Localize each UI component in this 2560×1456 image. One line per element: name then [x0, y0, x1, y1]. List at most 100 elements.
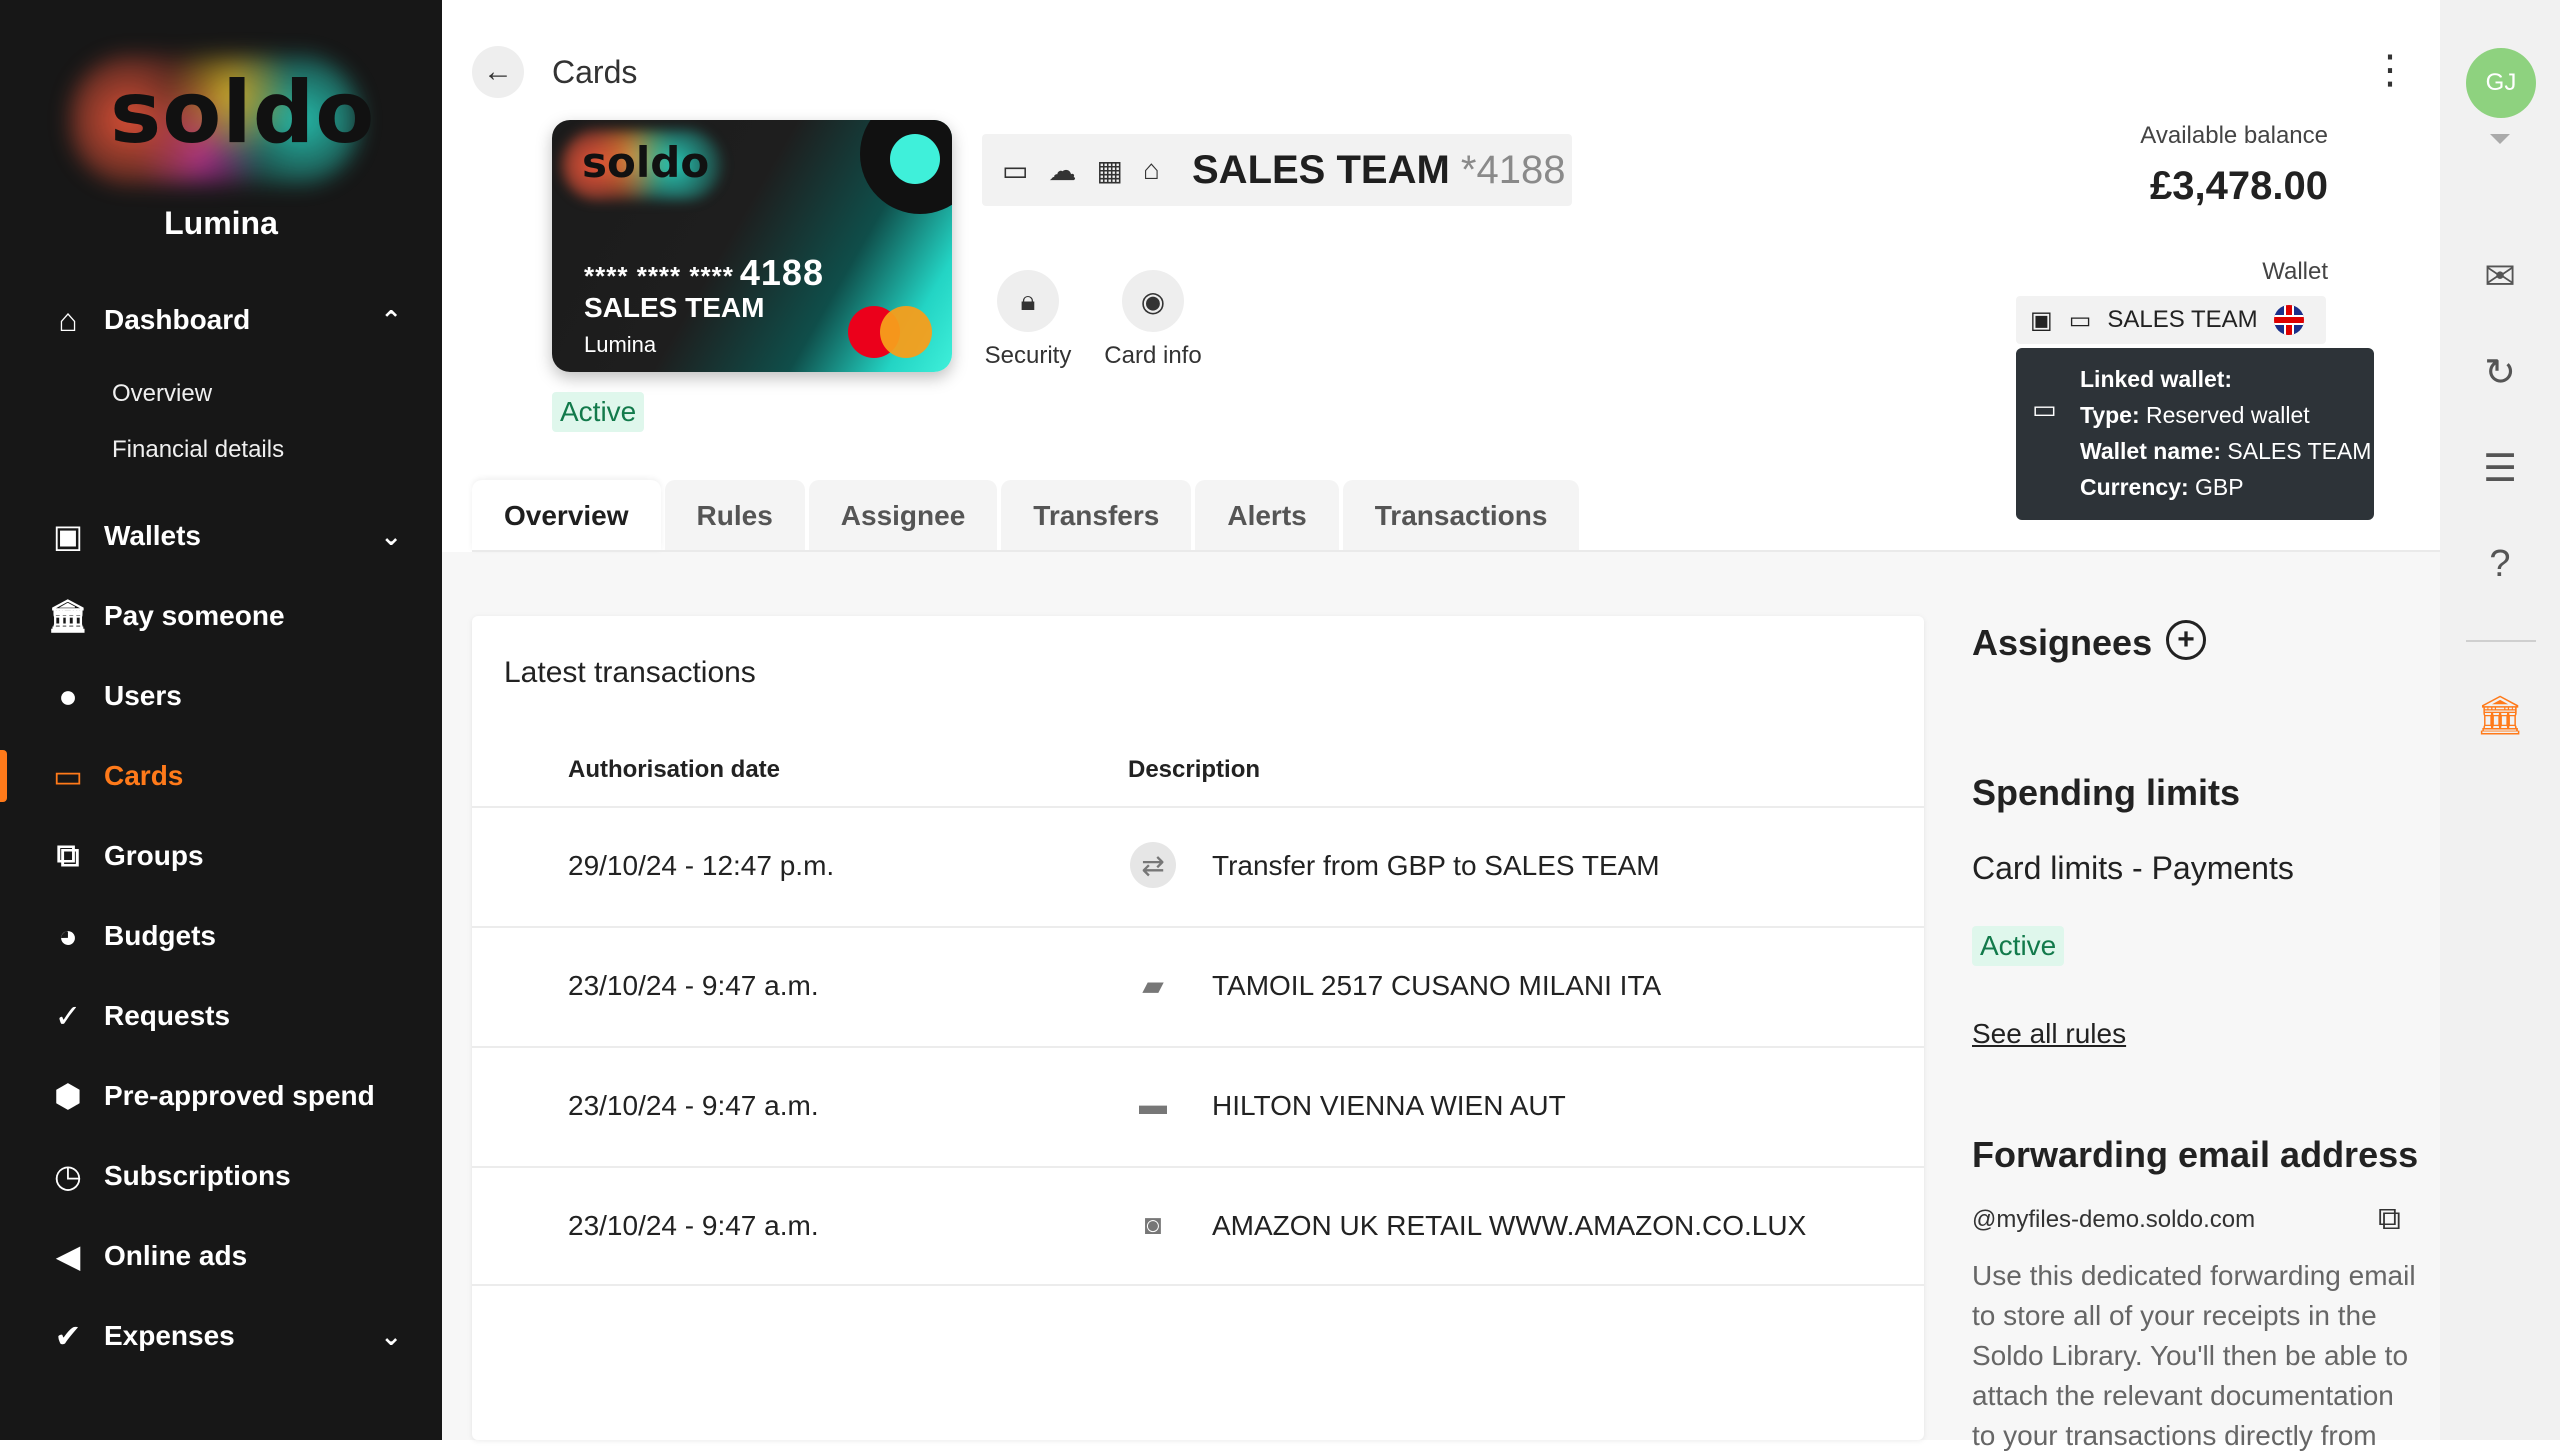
sidebar-item-label: Online ads	[104, 1240, 248, 1271]
tab-transactions[interactable]: Transactions	[1342, 480, 1580, 552]
tab-alerts[interactable]: Alerts	[1195, 480, 1339, 552]
avatar[interactable]: GJ	[2466, 48, 2536, 118]
sidebar-item-requests[interactable]: ✓ Requests	[0, 984, 442, 1048]
sidebar-item-wallets[interactable]: ▣ Wallets ⌄	[0, 504, 442, 568]
back-button[interactable]: ←	[472, 46, 524, 98]
table-row[interactable]: 23/10/24 - 9:47 a.m. ◙ AMAZON UK RETAIL …	[472, 1166, 1924, 1286]
home-icon: ⌂	[58, 301, 78, 338]
card-icon: ▭	[1002, 155, 1029, 186]
transfer-icon: ⇄	[1130, 842, 1176, 888]
bed-icon: ▬	[1139, 1089, 1167, 1120]
sidebar-item-label: Groups	[104, 840, 204, 871]
card-header: ▭ ☁ ▦ ⌂ SALES TEAM *4188	[982, 134, 1572, 206]
refresh-icon[interactable]: ↻	[2474, 346, 2526, 398]
logo-text: soldo	[110, 63, 376, 163]
table-row[interactable]: 29/10/24 - 12:47 p.m. ⇄ Transfer from GB…	[472, 806, 1924, 926]
tab-overview[interactable]: Overview	[472, 480, 661, 552]
sidebar-item-label: Requests	[104, 1000, 231, 1031]
sidebar-item-online-ads[interactable]: ◀ Online ads	[0, 1224, 442, 1288]
sidebar-item-pre-approved-spend[interactable]: ⬢ Pre-approved spend	[0, 1064, 442, 1128]
sidebar-item-label: Budgets	[104, 920, 216, 951]
transaction-date: 23/10/24 - 9:47 a.m.	[568, 1210, 819, 1241]
chevron-down-icon[interactable]: ⌄	[380, 521, 402, 552]
eye-icon: ◉	[1122, 270, 1184, 332]
wallet-name: SALES TEAM	[2107, 306, 2258, 333]
hexagon-icon: ⬢	[54, 1078, 82, 1114]
uk-flag-icon	[2273, 305, 2304, 335]
chevron-down-icon[interactable]: ⌄	[380, 1321, 402, 1352]
card-status-badge: Active	[552, 392, 645, 432]
card-title: SALES TEAM *4188	[1192, 148, 1566, 192]
organization-name: Lumina	[164, 205, 278, 241]
sidebar-item-label: Users	[104, 680, 182, 711]
card-icon: ▭	[2068, 306, 2092, 334]
sidebar-item-label: Dashboard	[104, 304, 251, 335]
wallet-chip[interactable]: ▣ ▭ SALES TEAM	[2016, 296, 2326, 344]
card-holder-name: SALES TEAM	[584, 292, 765, 323]
card-image: soldo **** **** **** 4188 SALES TEAM Lumi…	[552, 120, 952, 372]
tab-rules[interactable]: Rules	[664, 480, 805, 552]
sidebar-item-cards[interactable]: ▭ Cards	[0, 744, 442, 808]
building-icon: ▦	[1096, 155, 1123, 186]
car-icon: ▰	[1142, 969, 1164, 1001]
more-options-icon[interactable]: ⋮	[2370, 50, 2410, 90]
lock-icon: 🔒︎	[997, 270, 1059, 332]
mastercard-logo	[848, 306, 932, 358]
tab-transfers[interactable]: Transfers	[1001, 480, 1192, 552]
latest-transactions-panel: Latest transactions Authorisation date D…	[472, 616, 1924, 1440]
sidebar-item-subscriptions[interactable]: ◷ Subscriptions	[0, 1144, 442, 1208]
transaction-description: Transfer from GBP to SALES TEAM	[1212, 850, 1660, 881]
transaction-date: 29/10/24 - 12:47 p.m.	[568, 850, 835, 881]
wallet-label: Wallet	[2262, 258, 2328, 285]
soldo-logo[interactable]: soldo	[70, 55, 374, 185]
groups-icon: ⧉	[56, 837, 80, 873]
bank-icon[interactable]: 🏛︎	[2474, 690, 2526, 742]
sidebar-item-users[interactable]: ● Users	[0, 664, 442, 728]
sidebar-item-expenses[interactable]: ✔ Expenses ⌄	[0, 1304, 442, 1368]
see-all-rules-link[interactable]: See all rules	[1972, 1018, 2126, 1050]
card-info-button[interactable]: ◉ Card info	[1083, 270, 1223, 370]
tab-assignee[interactable]: Assignee	[808, 480, 998, 552]
forwarding-description: Use this dedicated forwarding email to s…	[1972, 1260, 2416, 1451]
table-row[interactable]: 23/10/24 - 9:47 a.m. ▬ HILTON VIENNA WIE…	[472, 1046, 1924, 1166]
card-number: **** **** **** 4188	[584, 252, 824, 293]
help-icon[interactable]: ?	[2474, 538, 2526, 590]
transaction-date: 23/10/24 - 9:47 a.m.	[568, 1090, 819, 1121]
security-label: Security	[984, 342, 1072, 369]
transaction-description: HILTON VIENNA WIEN AUT	[1212, 1090, 1566, 1121]
sidebar-item-label: Wallets	[104, 520, 201, 551]
sidebar-item-budgets[interactable]: ◕ Budgets	[0, 904, 442, 968]
available-balance-label: Available balance	[2140, 122, 2328, 149]
check-icon: ✔	[54, 1318, 82, 1354]
sidebar-item-label: Pay someone	[104, 600, 285, 631]
table-row[interactable]: 23/10/24 - 9:47 a.m. ▰ TAMOIL 2517 CUSAN…	[472, 926, 1924, 1046]
sidebar-item-label: Cards	[104, 760, 184, 791]
available-balance-value: £3,478.00	[2150, 164, 2328, 208]
store-icon: ⌂	[1142, 154, 1160, 185]
column-header-date: Authorisation date	[568, 756, 781, 783]
chat-icon[interactable]: ☰	[2474, 442, 2526, 494]
sidebar-item-dashboard[interactable]: ⌂ Dashboard ⌃	[0, 288, 442, 352]
sidebar-subitem-overview[interactable]: Overview	[112, 380, 212, 408]
card-info-label: Card info	[1104, 342, 1202, 369]
details-side-panel: Assignees + Spending limits Card limits …	[1948, 552, 2440, 1451]
cloud-icon: ☁	[1048, 155, 1077, 186]
add-assignee-icon[interactable]: +	[2166, 620, 2206, 660]
tab-bar: Overview Rules Assignee Transfers Alerts…	[472, 480, 1583, 552]
chevron-down-icon[interactable]	[2490, 134, 2510, 144]
security-button[interactable]: 🔒︎ Security	[958, 270, 1098, 370]
forwarding-email-heading: Forwarding email address	[1972, 1134, 2419, 1175]
sidebar-item-pay-someone[interactable]: 🏛 Pay someone	[0, 584, 442, 648]
chevron-up-icon[interactable]: ⌃	[380, 305, 402, 336]
megaphone-icon: ◀	[55, 1238, 81, 1274]
user-icon: ●	[58, 677, 78, 714]
copy-icon[interactable]: ⧉	[2378, 1200, 2401, 1238]
sidebar-item-label: Expenses	[104, 1320, 235, 1351]
sidebar-subitem-financial-details[interactable]: Financial details	[112, 436, 284, 464]
panel-title: Latest transactions	[504, 656, 756, 689]
transaction-description: TAMOIL 2517 CUSANO MILANI ITA	[1212, 970, 1662, 1001]
double-check-icon: ✓	[54, 998, 82, 1034]
sidebar-item-groups[interactable]: ⧉ Groups	[0, 824, 442, 888]
card-organization: Lumina	[584, 332, 657, 357]
mail-icon[interactable]: ✉	[2474, 250, 2526, 302]
